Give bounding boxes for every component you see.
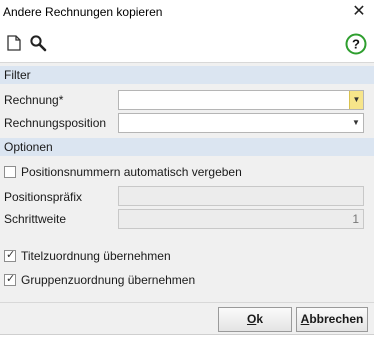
position-prefix-label: Positionspräfix bbox=[4, 190, 83, 204]
dialog-content: Filter Rechnung* ▼ Rechnungsposition ▼ O… bbox=[0, 62, 374, 302]
step-width-label: Schrittweite bbox=[4, 212, 67, 226]
ok-button[interactable]: Ok bbox=[218, 307, 292, 332]
checkmark-icon: ✓ bbox=[6, 249, 16, 261]
search-icon[interactable] bbox=[29, 34, 49, 54]
new-document-icon[interactable] bbox=[5, 34, 25, 54]
options-section-header: Optionen bbox=[0, 138, 374, 156]
toolbar: ? bbox=[0, 28, 374, 62]
title-assignment-label: Titelzuordnung übernehmen bbox=[21, 249, 171, 263]
invoice-label: Rechnung* bbox=[4, 93, 64, 107]
bottom-edge bbox=[0, 334, 374, 338]
help-icon[interactable]: ? bbox=[345, 33, 367, 55]
cancel-button[interactable]: Abbrechen bbox=[296, 307, 368, 332]
button-bar: Ok Abbrechen bbox=[0, 302, 374, 338]
chevron-down-icon[interactable]: ▼ bbox=[349, 91, 363, 109]
dialog-title: Andere Rechnungen kopieren bbox=[3, 5, 163, 19]
svg-text:?: ? bbox=[352, 37, 360, 52]
title-bar: Andere Rechnungen kopieren ✕ bbox=[0, 0, 374, 26]
invoice-position-combobox[interactable]: ▼ bbox=[118, 113, 364, 133]
group-assignment-label: Gruppenzuordnung übernehmen bbox=[21, 273, 196, 287]
auto-numbering-checkbox[interactable] bbox=[4, 166, 16, 178]
invoice-combobox[interactable]: ▼ bbox=[118, 90, 364, 110]
chevron-down-icon[interactable]: ▼ bbox=[349, 114, 363, 132]
step-width-input[interactable]: 1 bbox=[118, 209, 364, 229]
copy-invoices-dialog: Andere Rechnungen kopieren ✕ ? Filter Re… bbox=[0, 0, 374, 338]
position-prefix-input[interactable] bbox=[118, 186, 364, 206]
auto-numbering-label: Positionsnummern automatisch vergeben bbox=[21, 165, 242, 179]
invoice-position-label: Rechnungsposition bbox=[4, 116, 107, 130]
title-assignment-checkbox[interactable]: ✓ bbox=[4, 249, 16, 262]
close-button[interactable]: ✕ bbox=[350, 3, 368, 21]
group-assignment-checkbox[interactable]: ✓ bbox=[4, 273, 16, 286]
checkmark-icon: ✓ bbox=[6, 273, 16, 285]
filter-section-header: Filter bbox=[0, 66, 374, 84]
